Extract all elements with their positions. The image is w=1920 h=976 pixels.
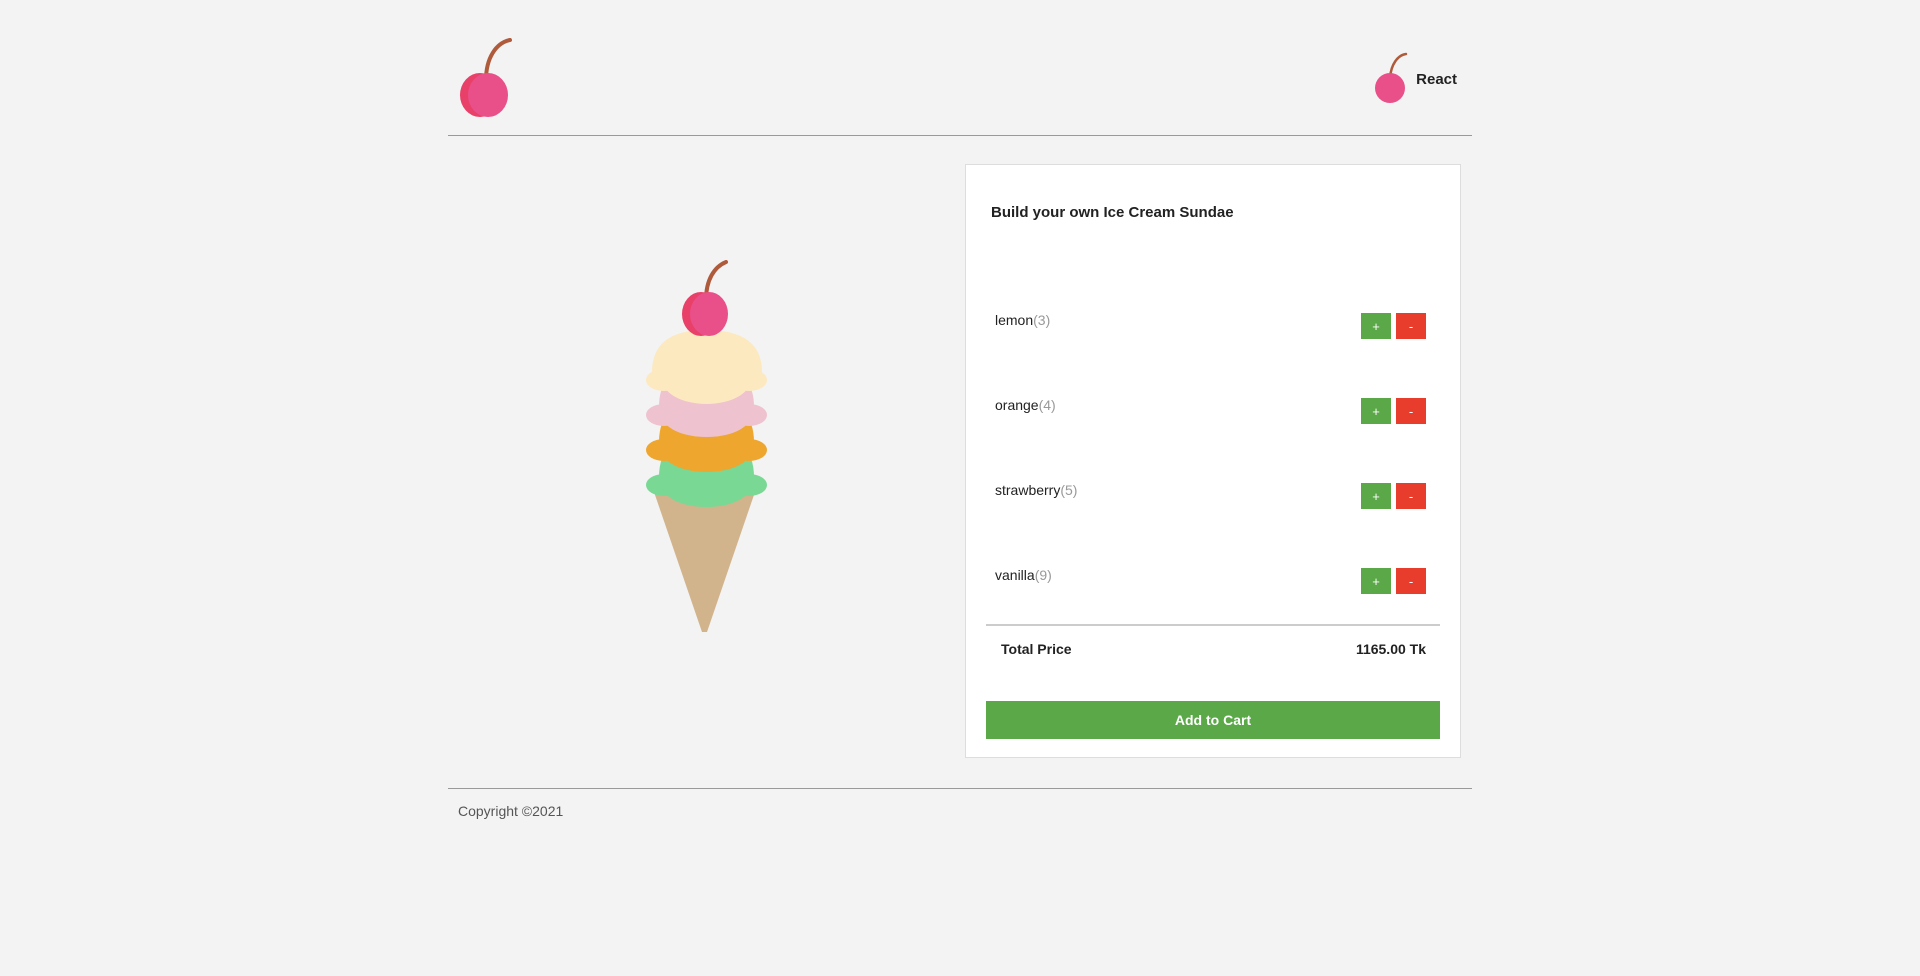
remove-orange-button[interactable]: - <box>1396 398 1426 424</box>
add-vanilla-button[interactable]: + <box>1361 568 1391 594</box>
flavor-row-orange: orange(4) + - <box>995 394 1426 424</box>
main-content: Build your own Ice Cream Sundae lemon(3)… <box>448 136 1472 788</box>
logo[interactable] <box>460 38 512 123</box>
flavor-label: orange(4) <box>995 397 1056 413</box>
flavor-count: (4) <box>1038 397 1056 413</box>
flavor-count: (9) <box>1034 567 1052 583</box>
footer: Copyright ©2021 <box>448 788 1472 819</box>
total-price-label: Total Price <box>1001 641 1072 657</box>
flavor-label: lemon(3) <box>995 312 1050 328</box>
flavor-count: (3) <box>1033 312 1051 328</box>
flavor-name: orange <box>995 397 1039 413</box>
flavor-controls: + - <box>1361 313 1426 339</box>
remove-lemon-button[interactable]: - <box>1396 313 1426 339</box>
flavor-name: strawberry <box>995 482 1061 498</box>
add-strawberry-button[interactable]: + <box>1361 483 1391 509</box>
header: React <box>448 0 1472 136</box>
add-lemon-button[interactable]: + <box>1361 313 1391 339</box>
flavor-row-strawberry: strawberry(5) + - <box>995 479 1426 509</box>
add-orange-button[interactable]: + <box>1361 398 1391 424</box>
cherry-icon <box>460 38 512 117</box>
flavor-label: strawberry(5) <box>995 482 1077 498</box>
nav: React <box>1374 52 1457 104</box>
page: React Build your own Ice Cream Sundae le… <box>448 0 1472 819</box>
sundae-builder-card: Build your own Ice Cream Sundae lemon(3)… <box>965 164 1461 758</box>
flavor-controls: + - <box>1361 398 1426 424</box>
flavor-name: lemon <box>995 312 1034 328</box>
ice-cream-sundae-image <box>646 260 767 632</box>
total-price-value: 1165.00 Tk <box>1355 641 1426 657</box>
flavor-controls: + - <box>1361 483 1426 509</box>
copyright-text: Copyright ©2021 <box>458 803 564 819</box>
flavor-row-vanilla: vanilla(9) + - <box>995 564 1426 594</box>
flavor-count: (5) <box>1060 482 1078 498</box>
cherry-icon <box>1375 52 1408 103</box>
flavor-name: vanilla <box>995 567 1035 583</box>
remove-vanilla-button[interactable]: - <box>1396 568 1426 594</box>
total-price-row: Total Price 1165.00 Tk <box>986 624 1440 666</box>
sundae-illustration <box>642 260 772 640</box>
flavor-label: vanilla(9) <box>995 567 1052 583</box>
nav-link-react[interactable]: React <box>1416 71 1457 88</box>
builder-title: Build your own Ice Cream Sundae <box>991 204 1234 221</box>
flavor-row-lemon: lemon(3) + - <box>995 309 1426 339</box>
remove-strawberry-button[interactable]: - <box>1396 483 1426 509</box>
flavor-controls: + - <box>1361 568 1426 594</box>
add-to-cart-button[interactable]: Add to Cart <box>986 701 1440 739</box>
